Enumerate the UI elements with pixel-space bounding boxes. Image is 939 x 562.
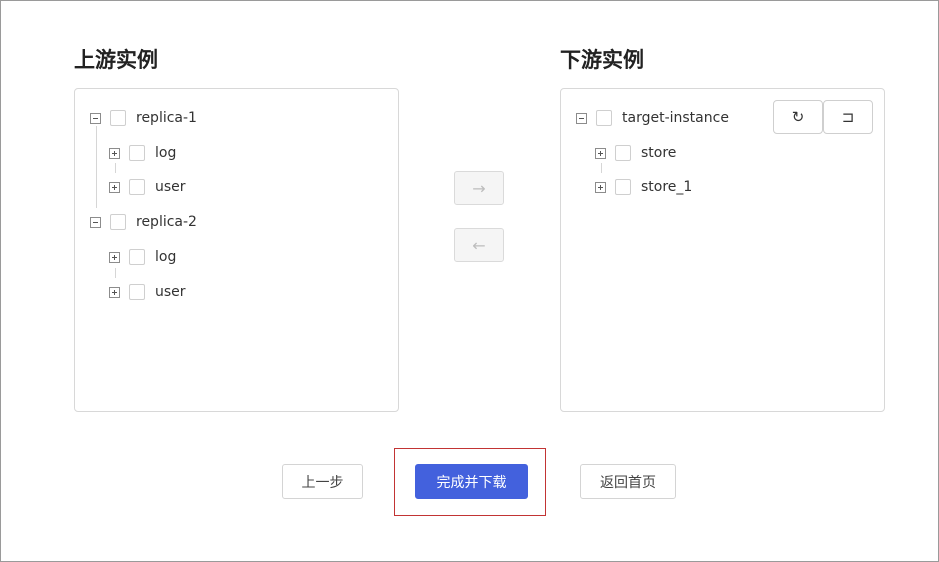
node-label: log (155, 249, 177, 265)
tree-node-target-instance[interactable]: target-instance (576, 108, 729, 128)
node-checkbox[interactable] (615, 145, 631, 161)
finish-download-button[interactable]: 完成并下载 (415, 464, 528, 499)
previous-step-button[interactable]: 上一步 (282, 464, 363, 499)
collapse-icon[interactable] (576, 112, 587, 124)
node-label: replica-1 (136, 110, 197, 126)
node-checkbox[interactable] (110, 214, 126, 230)
tree-node-log[interactable]: log (109, 143, 176, 163)
expand-icon[interactable] (109, 251, 120, 263)
node-checkbox[interactable] (615, 179, 631, 195)
tree-connector (115, 163, 116, 173)
move-left-button[interactable]: ← (454, 228, 504, 262)
collapse-icon[interactable] (90, 216, 101, 228)
downstream-tree-panel (560, 88, 885, 412)
reset-icon: ⊐ (841, 108, 855, 126)
tree-connector (115, 268, 116, 278)
node-label: user (155, 179, 186, 195)
node-checkbox[interactable] (129, 145, 145, 161)
node-checkbox[interactable] (110, 110, 126, 126)
expand-icon[interactable] (109, 147, 120, 159)
expand-icon[interactable] (595, 147, 606, 159)
tree-node-store[interactable]: store (595, 143, 676, 163)
tree-node-store-1[interactable]: store_1 (595, 177, 692, 197)
upstream-title: 上游实例 (74, 48, 158, 72)
refresh-icon: ↻ (791, 108, 805, 126)
expand-icon[interactable] (595, 181, 606, 193)
node-label: log (155, 145, 177, 161)
node-label: target-instance (622, 110, 729, 126)
tree-node-replica-2[interactable]: replica-2 (90, 212, 197, 232)
node-label: user (155, 284, 186, 300)
node-checkbox[interactable] (129, 284, 145, 300)
node-label: store (641, 145, 677, 161)
back-home-button[interactable]: 返回首页 (580, 464, 676, 499)
move-right-button[interactable]: → (454, 171, 504, 205)
node-label: store_1 (641, 179, 693, 195)
collapse-icon[interactable] (90, 112, 101, 124)
tree-connector (96, 126, 97, 208)
downstream-title: 下游实例 (560, 48, 644, 72)
refresh-button[interactable]: ↻ (773, 100, 823, 134)
node-checkbox[interactable] (129, 179, 145, 195)
expand-icon[interactable] (109, 181, 120, 193)
tree-node-user[interactable]: user (109, 177, 186, 197)
node-checkbox[interactable] (596, 110, 612, 126)
tree-node-replica-1[interactable]: replica-1 (90, 108, 197, 128)
node-checkbox[interactable] (129, 249, 145, 265)
expand-icon[interactable] (109, 286, 120, 298)
tree-connector (601, 163, 602, 173)
tree-node-user[interactable]: user (109, 282, 186, 302)
node-label: replica-2 (136, 214, 197, 230)
arrow-right-icon: → (472, 178, 486, 198)
tree-node-log[interactable]: log (109, 247, 176, 267)
arrow-left-icon: ← (472, 235, 486, 255)
reset-button[interactable]: ⊐ (823, 100, 873, 134)
